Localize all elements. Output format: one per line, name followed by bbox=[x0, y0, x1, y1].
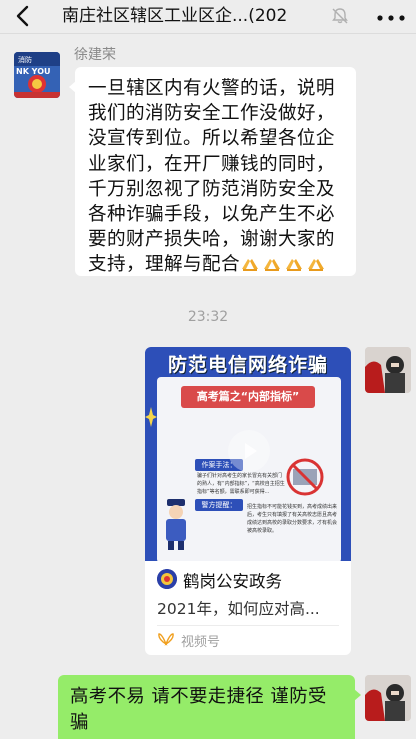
message-text: 一旦辖区内有火警的话，说明我们的消防安全工作没做好，没宣传到位。所以希望各位企业… bbox=[88, 78, 335, 276]
sparkle-icon bbox=[145, 407, 157, 427]
folded-hands-icon bbox=[263, 259, 280, 272]
self-avatar[interactable] bbox=[365, 347, 411, 393]
channels-butterfly-icon bbox=[158, 633, 174, 646]
message-text: 高考不易 请不要走捷径 谨防受骗 bbox=[70, 686, 327, 733]
poster-text-warning: 招生指标不可能花钱买到，高考成绩出来后，考生只有填报了有关高校志愿且高考成绩达到… bbox=[247, 504, 338, 534]
emoji-group bbox=[240, 253, 326, 273]
message-timestamp: 23:32 bbox=[187, 309, 229, 325]
sender-name: 徐建荣 bbox=[74, 47, 116, 63]
poster-title: 防范电信网络诈骗 bbox=[167, 354, 328, 376]
more-dots-icon[interactable] bbox=[376, 14, 406, 22]
bell-muted-icon bbox=[332, 8, 348, 24]
sender-avatar[interactable]: 消防 NK YOU bbox=[14, 52, 60, 98]
chat-screen: 南庄社区辖区工业区企...(202 消防 NK YOU 徐建荣 一旦辖区内有火警… bbox=[0, 0, 416, 739]
message-bubble-text[interactable]: 一旦辖区内有火警的话，说明我们的消防安全工作没做好，没宣传到位。所以希望各位企业… bbox=[69, 67, 356, 276]
poster-text-method: 骗子们针对高考生的家长冒充有关部门的熟人，有“内部指标”，“高校自主招生指标”等… bbox=[197, 473, 285, 495]
card-divider bbox=[157, 625, 339, 626]
video-poster: 防范电信网络诈骗 高考篇之“内部指标” 作案手法： 骗子们针对高考生的家长冒充有… bbox=[145, 347, 351, 561]
back-chevron-icon[interactable] bbox=[10, 2, 38, 30]
message-bubble-self[interactable]: 高考不易 请不要走捷径 谨防受骗 bbox=[58, 675, 361, 739]
folded-hands-icon bbox=[285, 259, 302, 272]
poster-tag-warning: 警方提醒： bbox=[195, 499, 243, 511]
play-icon bbox=[245, 443, 257, 459]
avatar-image bbox=[365, 347, 411, 393]
video-share-card[interactable]: 防范电信网络诈骗 高考篇之“内部指标” 作案手法： 骗子们针对高考生的家长冒充有… bbox=[145, 347, 351, 655]
no-money-icon bbox=[286, 458, 324, 496]
svg-text:NK YOU: NK YOU bbox=[16, 67, 50, 76]
police-figure-icon bbox=[166, 499, 186, 550]
account-logo-icon bbox=[157, 569, 177, 589]
chat-header: 南庄社区辖区工业区企...(202 bbox=[0, 0, 416, 34]
chat-title[interactable]: 南庄社区辖区工业区企...(202 bbox=[62, 5, 342, 29]
poster-subtitle: 高考篇之“内部指标” bbox=[181, 386, 315, 408]
play-button[interactable] bbox=[228, 430, 270, 472]
channel-label: 视频号 bbox=[181, 635, 221, 650]
account-name: 鹤岗公安政务 bbox=[183, 572, 282, 591]
folded-hands-icon bbox=[241, 259, 258, 272]
svg-text:消防: 消防 bbox=[18, 55, 32, 64]
avatar-image bbox=[365, 675, 411, 721]
folded-hands-icon bbox=[307, 259, 324, 272]
avatar-image: 消防 NK YOU bbox=[14, 52, 60, 98]
self-avatar[interactable] bbox=[365, 675, 411, 721]
video-description: 2021年，如何应对高... bbox=[157, 600, 320, 618]
